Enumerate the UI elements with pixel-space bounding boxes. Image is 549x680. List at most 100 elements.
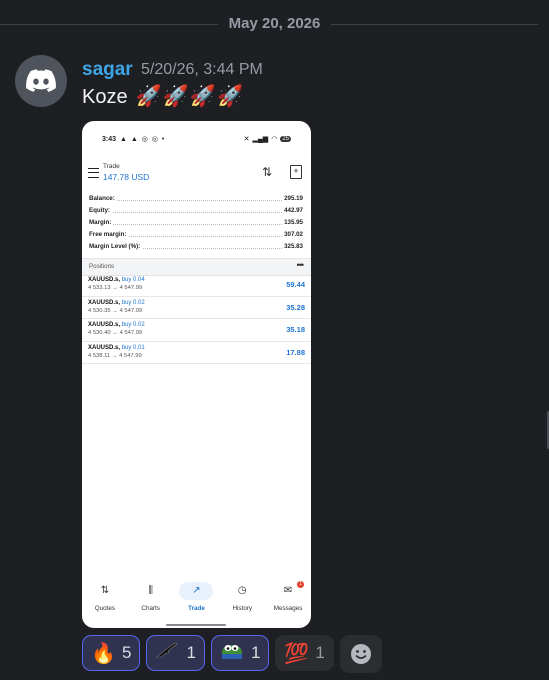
bottom-nav: ⇅ Quotes ⫼ Charts ↗ Trade ◷ History ✉ 1 … [82, 581, 311, 617]
account-row: Balance: 295.19 [88, 193, 304, 205]
history-icon: ◷ [237, 585, 247, 596]
avatar[interactable] [15, 55, 67, 107]
message-text: Koze [82, 85, 128, 108]
account-value: 295.19 [282, 195, 303, 202]
position-row: XAUUSD.s, buy 0.01 4 538.11 → 4 547.99 1… [82, 342, 311, 364]
wifi-icon: ◠ [271, 136, 278, 143]
hundred-icon: 💯 [284, 642, 310, 665]
account-row: Free margin: 307.02 [88, 229, 304, 241]
nav-label: Quotes [94, 605, 116, 612]
nav-history: ◷ History [222, 581, 262, 617]
add-reaction-icon [350, 644, 371, 664]
trade-amount: 147.78 USD [103, 172, 150, 182]
position-symbol: XAUUSD.s, [88, 277, 121, 283]
position-side: buy 0.02 [121, 322, 145, 328]
discord-logo-icon [26, 69, 56, 92]
battery-icon: 25 [280, 136, 291, 142]
position-side: buy 0.01 [121, 344, 145, 351]
trade-icon: ↗ [179, 582, 214, 600]
sort-icon: ⇅ [262, 165, 273, 179]
pepe-icon [220, 640, 244, 666]
position-symbol: XAUUSD.s, [88, 344, 121, 351]
account-summary: Balance: 295.19 Equity: 442.97 Margin: 135.… [88, 193, 304, 253]
rocket-icon: 🚀 [135, 85, 162, 108]
rocket-icon: 🚀 [217, 85, 244, 108]
account-value: 135.95 [282, 219, 303, 226]
nav-charts: ⫼ Charts [131, 581, 171, 617]
position-symbol: XAUUSD.s, [88, 299, 121, 306]
reaction-count: 1 [250, 643, 261, 662]
menu-icon [88, 168, 99, 178]
position-symbol: XAUUSD.s, [88, 322, 121, 328]
mute-icon: ✕ [243, 136, 250, 143]
reaction-count: 1 [186, 643, 196, 662]
position-prices: 4 530.35 → 4 547.99 [88, 307, 143, 314]
position-prices: 4 538.11 → 4 547.99 [88, 352, 142, 359]
account-label: Balance: [89, 195, 117, 202]
position-row: XAUUSD.s, buy 0.02 4 530.40 → 4 547.99 3… [82, 319, 311, 342]
account-value: 307.02 [282, 231, 303, 238]
account-row: Equity: 442.97 [88, 205, 304, 217]
charts-icon: ⫼ [148, 585, 153, 596]
nav-label: Trade [188, 605, 205, 612]
message-timestamp: 5/20/26, 3:44 PM [141, 61, 263, 78]
rocket-emojis: 🚀 🚀 🚀 🚀 [136, 85, 244, 109]
trade-title: Trade [103, 163, 120, 170]
signal-icon: ▂▄▆ [252, 136, 269, 143]
position-profit: 17.88 [286, 347, 305, 357]
home-indicator [166, 624, 226, 626]
position-profit: 59.44 [286, 280, 305, 289]
position-side: buy 0.04 [121, 277, 145, 283]
phone-status-bar: 3:43 ▲ ▲ ◎ ◎ • ✕ ▂▄▆ ◠ 25 [82, 121, 311, 157]
status-icons: ✕ ▂▄▆ ◠ 25 [244, 135, 291, 143]
positions-title: Positions [89, 263, 115, 270]
reaction-fire[interactable]: 🔥 5 [82, 635, 141, 671]
nav-trade: ↗ Trade [176, 581, 216, 617]
nav-label: Messages [273, 605, 303, 612]
nav-label: History [232, 605, 253, 612]
position-prices: 4 530.40 → 4 547.99 [88, 330, 143, 336]
attached-screenshot[interactable]: 3:43 ▲ ▲ ◎ ◎ • ✕ ▂▄▆ ◠ 25 Trade 147.78 U… [82, 121, 311, 628]
divider-line-right [331, 24, 538, 25]
username[interactable]: sagar [82, 59, 133, 81]
date-divider-label: May 20, 2026 [228, 15, 321, 32]
position-profit: 35.28 [286, 302, 305, 312]
position-side: buy 0.02 [121, 299, 145, 306]
position-row: XAUUSD.s, buy 0.02 4 530.35 → 4 547.99 3… [82, 297, 311, 319]
status-time: 3:43 [102, 136, 117, 143]
account-value: 325.83 [282, 243, 303, 250]
positions-list: XAUUSD.s, buy 0.04 4 533.13 → 4 547.99 5… [82, 274, 311, 364]
reaction-count: 5 [122, 643, 132, 662]
add-reaction-button[interactable] [339, 635, 382, 673]
rocket-icon: 🚀 [189, 85, 217, 108]
reaction-pepe[interactable]: 1 [210, 635, 270, 671]
rifle-icon [155, 640, 179, 666]
date-divider: May 20, 2026 [0, 14, 549, 34]
notification-icons: ▲ ▲ ◎ ◎ • [120, 136, 166, 143]
divider-line-left [0, 24, 218, 25]
new-order-icon: + [290, 165, 302, 179]
position-row: XAUUSD.s, buy 0.04 4 533.13 → 4 547.99 5… [82, 274, 311, 297]
account-label: Margin Level (%): [89, 243, 143, 250]
account-label: Margin: [89, 219, 114, 226]
account-label: Free margin: [89, 231, 129, 238]
nav-label: Charts [141, 605, 160, 612]
rocket-icon: 🚀 [162, 85, 189, 108]
account-row: Margin: 135.95 [88, 217, 304, 229]
position-prices: 4 533.13 → 4 547.99 [88, 285, 143, 291]
account-label: Equity: [89, 207, 112, 214]
trade-header: Trade 147.78 USD ⇅ + [82, 159, 311, 189]
nav-messages: ✉ 1 Messages [268, 581, 308, 617]
account-value: 442.97 [282, 207, 303, 214]
reaction-hundred[interactable]: 💯 1 [275, 635, 334, 671]
account-row: Margin Level (%): 325.83 [88, 241, 304, 253]
position-profit: 35.18 [286, 325, 305, 334]
nav-quotes: ⇅ Quotes [85, 581, 125, 617]
message-content: Koze 🚀 🚀 🚀 🚀 [82, 85, 243, 109]
reactions-bar: 🔥 5 1 1 💯 1 [82, 635, 382, 673]
reaction-rifle[interactable]: 1 [146, 635, 205, 671]
more-icon: ••• [296, 260, 305, 270]
reaction-count: 1 [315, 643, 325, 662]
fire-icon: 🔥 [91, 642, 116, 665]
quotes-icon: ⇅ [100, 585, 110, 596]
